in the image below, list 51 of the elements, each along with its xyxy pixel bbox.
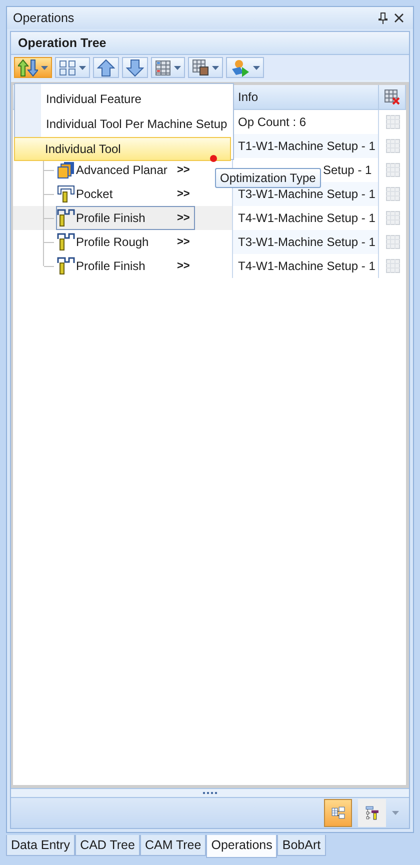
- caret-icon: [79, 66, 86, 70]
- tab[interactable]: BobArt: [277, 835, 326, 856]
- table-cell: T3-W1-Machine Setup - 1: [233, 230, 379, 254]
- tree-node[interactable]: Profile Finish >>: [56, 254, 195, 278]
- toolbar-button[interactable]: [188, 57, 223, 78]
- caret-icon: [174, 66, 181, 70]
- tab[interactable]: Operations: [206, 835, 278, 858]
- menu-item[interactable]: Individual Tool: [14, 137, 231, 161]
- caret-icon: [41, 66, 48, 70]
- grid-view-icon: [59, 60, 76, 76]
- sort-arrows-icon: [18, 58, 38, 76]
- toolbar-button[interactable]: [93, 57, 119, 78]
- tree-node[interactable]: Pocket >>: [56, 182, 195, 206]
- toolbar-button[interactable]: [55, 57, 90, 78]
- toolbar-button[interactable]: [14, 57, 52, 78]
- up-arrow-icon: [97, 58, 115, 76]
- grid-export-icon: [192, 59, 209, 76]
- table-cell: T1-W1-Machine Setup - 1: [233, 134, 379, 158]
- marker-dot: [210, 155, 217, 162]
- panel-title: Operation Tree: [18, 36, 106, 50]
- pocket-tool-icon: [57, 185, 75, 203]
- view-button[interactable]: [324, 799, 352, 827]
- stacked-layers-icon: [57, 161, 75, 179]
- tree-node[interactable]: Profile Rough >>: [56, 230, 195, 254]
- table-cell: T4-W1-Machine Setup - 1: [233, 254, 379, 278]
- column-header[interactable]: [379, 85, 406, 110]
- caret-icon: [212, 66, 219, 70]
- tab[interactable]: CAM Tree: [140, 835, 206, 856]
- toolbar-button[interactable]: [226, 57, 264, 78]
- profile-tool-icon: [57, 233, 75, 251]
- caret-icon: [253, 66, 260, 70]
- caret-icon[interactable]: [392, 811, 399, 815]
- tab[interactable]: CAD Tree: [75, 835, 140, 856]
- toolbar-button[interactable]: [151, 57, 185, 78]
- profile-tool-icon: [57, 209, 75, 227]
- menu-item[interactable]: Individual Feature: [17, 87, 231, 111]
- column-header[interactable]: Info: [233, 85, 379, 110]
- down-arrow-icon: [126, 58, 144, 76]
- profile-tool-icon: [57, 257, 75, 275]
- splitter-grip-icon[interactable]: [203, 792, 217, 794]
- tree-node[interactable]: Advanced Planar >>: [56, 158, 195, 182]
- menu-item[interactable]: Individual Tool Per Machine Setup: [17, 112, 231, 136]
- grid-icon: [155, 60, 171, 76]
- tab[interactable]: Data Entry: [6, 835, 76, 856]
- window-title: Operations: [13, 11, 76, 25]
- grid-delete-icon: [384, 89, 400, 105]
- tree-node[interactable]: Profile Finish >>: [56, 206, 195, 230]
- toolbar-button[interactable]: [122, 57, 148, 78]
- tooltip: Optimization Type: [215, 168, 321, 188]
- run-icon: [230, 58, 250, 76]
- view-button[interactable]: [358, 799, 386, 827]
